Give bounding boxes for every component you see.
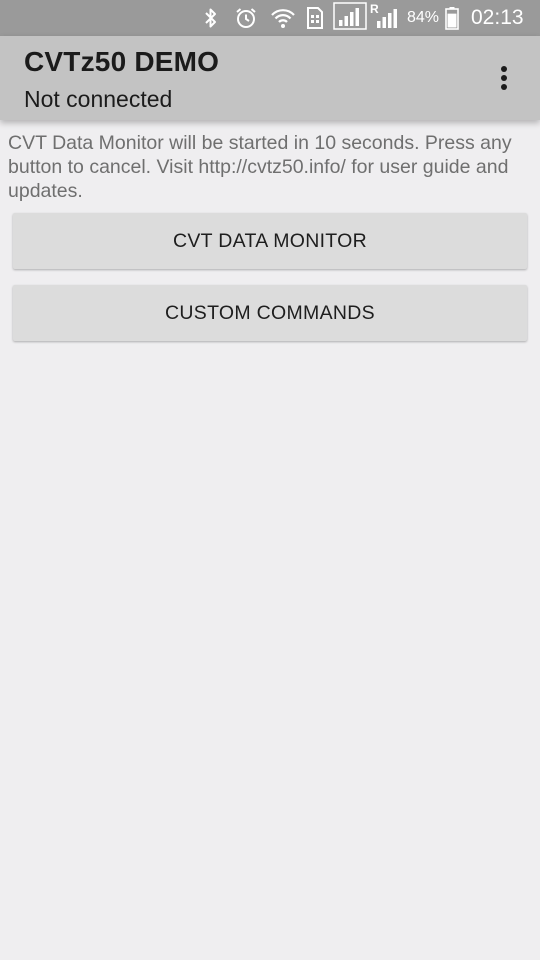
signal-icon bbox=[333, 2, 367, 30]
countdown-message: CVT Data Monitor will be started in 10 s… bbox=[8, 132, 512, 202]
alarm-icon bbox=[233, 6, 259, 30]
status-bar: R 84% 02:13 bbox=[0, 0, 540, 36]
bluetooth-icon bbox=[200, 6, 222, 30]
battery-icon bbox=[444, 6, 460, 30]
cvt-data-monitor-button[interactable]: CVT DATA MONITOR bbox=[13, 213, 527, 269]
overflow-menu-icon bbox=[501, 66, 507, 90]
overflow-menu-button[interactable] bbox=[488, 62, 520, 94]
roaming-indicator: R bbox=[370, 2, 379, 16]
app-screen: R 84% 02:13 CVTz50 DEMO Not connected CV… bbox=[0, 0, 540, 960]
connection-status: Not connected bbox=[24, 86, 173, 112]
battery-percent: 84% bbox=[407, 9, 440, 26]
sim-icon bbox=[304, 6, 326, 30]
action-bar: CVTz50 DEMO Not connected bbox=[0, 36, 540, 120]
wifi-icon bbox=[269, 6, 297, 30]
app-title: CVTz50 DEMO bbox=[24, 46, 220, 77]
custom-commands-button[interactable]: CUSTOM COMMANDS bbox=[13, 285, 527, 341]
clock: 02:13 bbox=[471, 6, 524, 29]
